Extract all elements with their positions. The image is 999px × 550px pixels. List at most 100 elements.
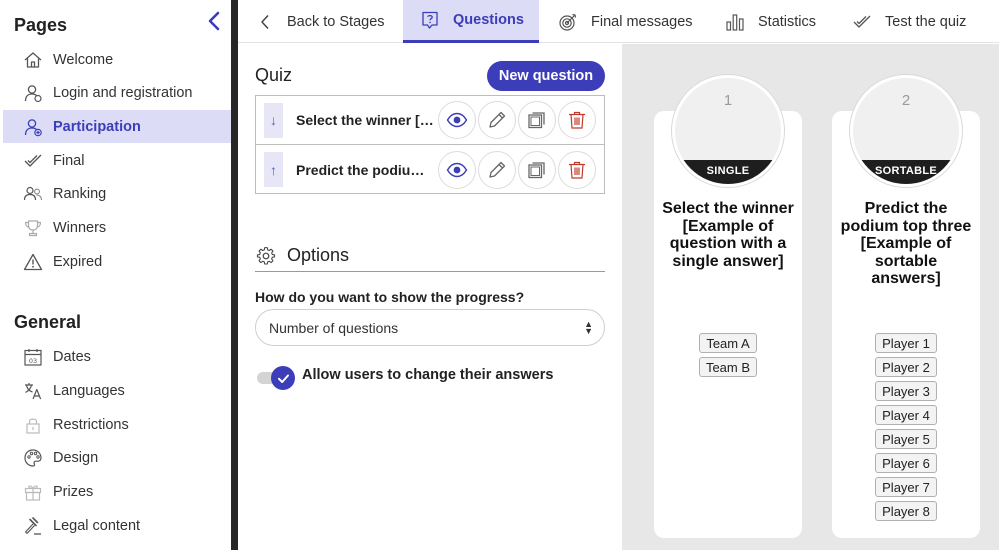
sidebar-item-label: Ranking <box>53 185 107 202</box>
move-down-handle[interactable]: ↓ <box>264 102 283 138</box>
answer-option[interactable]: Player 4 <box>875 405 937 425</box>
home-icon <box>22 49 44 71</box>
sidebar-item-dates[interactable]: 03 Dates <box>3 340 231 373</box>
user-icon <box>22 82 44 104</box>
progress-select-value: Number of questions <box>269 319 399 336</box>
tab-label: Final messages <box>591 13 693 30</box>
sidebar-item-legal-content[interactable]: Legal content <box>3 509 231 542</box>
sidebar-item-label: Dates <box>53 348 91 365</box>
warning-icon <box>22 251 44 273</box>
delete-question-button[interactable] <box>558 101 596 139</box>
sidebar-item-label: Expired <box>53 253 103 270</box>
collapse-sidebar-button[interactable] <box>204 10 224 32</box>
sidebar-item-label: Prizes <box>53 483 94 500</box>
sidebar-item-label: Legal content <box>53 517 141 534</box>
tab-label: Questions <box>453 12 524 28</box>
chevron-left-icon <box>208 11 220 31</box>
select-caret-icon: ▲ ▼ <box>584 319 593 336</box>
sidebar-item-label: Login and registration <box>53 84 193 101</box>
sidebar-item-participation[interactable]: Participation <box>3 110 231 143</box>
svg-text:03: 03 <box>29 356 37 364</box>
tab-final-messages[interactable]: Final messages <box>539 0 706 43</box>
duplicate-question-button[interactable] <box>518 150 556 189</box>
quiz-preview: 1 SINGLE Select the winner [Example of q… <box>622 44 999 550</box>
eye-icon <box>446 162 468 177</box>
answer-option[interactable]: Team A <box>699 333 757 353</box>
question-card: 2 SORTABLE Predict the podium top three … <box>832 75 980 538</box>
sidebar-item-label: Winners <box>53 219 107 236</box>
allow-change-answers-label: Allow users to change their answers <box>302 367 554 383</box>
sidebar-item-restrictions[interactable]: Restrictions <box>3 408 231 441</box>
answer-option[interactable]: Team B <box>698 357 758 377</box>
question-row: ↓ Select the winner [Example of question… <box>256 96 604 145</box>
calendar-icon: 03 <box>22 346 44 368</box>
sidebar-item-label: Final <box>53 152 85 169</box>
trophy-icon <box>22 217 44 239</box>
answer-list: Team A Team B <box>654 333 802 377</box>
tab-questions[interactable]: Questions <box>403 0 539 43</box>
sidebar-item-label: Languages <box>53 382 125 399</box>
question-type-label: SORTABLE <box>853 160 959 184</box>
sidebar-item-design[interactable]: Design <box>3 441 231 474</box>
gavel-icon <box>22 515 44 537</box>
sidebar-divider <box>231 0 238 550</box>
progress-select[interactable]: Number of questions ▲ ▼ <box>255 309 605 346</box>
answer-option[interactable]: Player 5 <box>875 429 937 449</box>
lock-icon <box>22 414 44 436</box>
question-badge: 2 SORTABLE <box>850 75 962 187</box>
options-header: Options <box>255 240 605 272</box>
copy-icon <box>528 112 545 129</box>
question-type-label: SINGLE <box>675 160 781 184</box>
answer-option[interactable]: Player 3 <box>875 381 937 401</box>
answer-option[interactable]: Player 7 <box>875 477 937 497</box>
bar-chart-icon <box>724 11 746 33</box>
translate-icon <box>22 380 44 402</box>
preview-question-button[interactable] <box>438 150 476 189</box>
answer-list: Player 1 Player 2 Player 3 Player 4 Play… <box>832 333 980 521</box>
eye-icon <box>446 112 468 128</box>
tab-statistics[interactable]: Statistics <box>706 0 831 43</box>
sidebar: Pages Welcome Login and registration Par… <box>0 0 232 550</box>
target-icon <box>557 11 579 33</box>
question-title: Select the winner [Example of question w… <box>296 112 436 128</box>
trash-icon <box>569 161 585 179</box>
ranking-icon <box>22 183 44 205</box>
question-icon <box>419 9 441 31</box>
preview-question-button[interactable] <box>438 101 476 139</box>
sidebar-item-login-and-registration[interactable]: Login and registration <box>3 76 231 109</box>
chevron-left-icon <box>259 11 271 33</box>
edit-question-button[interactable] <box>478 150 516 189</box>
sidebar-item-winners[interactable]: Winners <box>3 211 231 244</box>
sidebar-item-expired[interactable]: Expired <box>3 245 231 278</box>
answer-option[interactable]: Player 8 <box>875 501 937 521</box>
sidebar-item-prizes[interactable]: Prizes <box>3 475 231 508</box>
question-row: ↑ Predict the podium top three [Example … <box>256 145 604 194</box>
answer-option[interactable]: Player 2 <box>875 357 937 377</box>
check-icon <box>277 374 289 383</box>
delete-question-button[interactable] <box>558 150 596 189</box>
sidebar-item-welcome[interactable]: Welcome <box>3 43 231 76</box>
question-number: 1 <box>723 92 733 109</box>
answer-option[interactable]: Player 6 <box>875 453 937 473</box>
question-card-title: Predict the podium top three [Example of… <box>840 200 972 288</box>
answer-option[interactable]: Player 1 <box>875 333 937 353</box>
tab-back-to-stages[interactable]: Back to Stages <box>238 0 403 43</box>
toggle-knob <box>271 366 295 390</box>
tab-label: Test the quiz <box>885 13 967 30</box>
sidebar-item-ranking[interactable]: Ranking <box>3 177 231 210</box>
tab-test-the-quiz[interactable]: Test the quiz <box>831 0 999 43</box>
allow-change-answers-toggle[interactable] <box>257 366 295 390</box>
duplicate-question-button[interactable] <box>518 101 556 139</box>
sidebar-item-final[interactable]: Final <box>3 144 231 177</box>
question-list: ↓ Select the winner [Example of question… <box>255 95 605 194</box>
move-up-handle[interactable]: ↑ <box>264 152 283 187</box>
check-icon <box>22 150 44 172</box>
pages-section-title: Pages <box>14 15 68 35</box>
progress-label: How do you want to show the progress? <box>255 289 525 305</box>
tab-label: Back to Stages <box>287 13 385 30</box>
new-question-button[interactable]: New question <box>487 61 605 91</box>
sidebar-item-languages[interactable]: Languages <box>3 374 231 407</box>
gift-icon <box>22 481 44 503</box>
edit-question-button[interactable] <box>478 101 516 139</box>
check-icon <box>851 11 873 33</box>
